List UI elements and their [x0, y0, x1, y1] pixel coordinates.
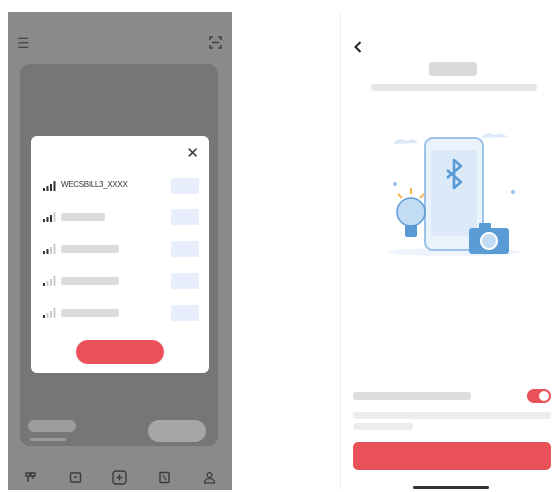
add-icon[interactable] [112, 469, 128, 485]
background-button [148, 420, 206, 442]
wifi-ssid-placeholder [61, 277, 119, 285]
right-phone-screen [340, 12, 558, 490]
profile-icon[interactable] [202, 469, 218, 485]
wifi-item[interactable] [43, 209, 199, 225]
description-placeholder [353, 423, 413, 430]
back-chevron-icon[interactable] [353, 40, 363, 58]
document-icon[interactable] [157, 469, 173, 485]
signal-strength-icon [43, 181, 56, 191]
wifi-item[interactable] [43, 305, 199, 321]
connect-chip[interactable] [171, 178, 199, 194]
toggle-label-placeholder [353, 392, 471, 400]
page-indicator [30, 438, 66, 441]
wifi-item[interactable] [43, 241, 199, 257]
primary-button[interactable] [353, 442, 551, 470]
close-icon[interactable]: ✕ [186, 146, 199, 161]
wifi-ssid: WECSBILL3_XXXX [61, 180, 128, 189]
wifi-ssid-placeholder [61, 309, 119, 317]
background-chip [28, 420, 76, 432]
left-phone-screen: ☰ ✕ WECSBILL3_XXXX [8, 12, 232, 490]
device-icon[interactable] [22, 469, 38, 485]
page-subtitle-placeholder [371, 84, 537, 91]
signal-strength-icon [43, 308, 56, 318]
page-title-placeholder [429, 62, 477, 76]
screenshot-stage: ☰ ✕ WECSBILL3_XXXX [0, 0, 558, 492]
wifi-item[interactable]: WECSBILL3_XXXX [43, 178, 199, 194]
signal-strength-icon [43, 212, 56, 222]
home-indicator [413, 486, 489, 489]
signal-strength-icon [43, 276, 56, 286]
toggle-knob [539, 391, 549, 401]
connect-chip[interactable] [171, 273, 199, 289]
box-icon[interactable] [67, 469, 83, 485]
wifi-ssid-placeholder [61, 213, 105, 221]
connect-chip[interactable] [171, 209, 199, 225]
wifi-ssid-placeholder [61, 245, 119, 253]
signal-strength-icon [43, 244, 56, 254]
bluetooth-toggle[interactable] [527, 389, 551, 403]
bluetooth-phone-illustration [388, 133, 520, 256]
description-placeholder [353, 412, 551, 419]
wifi-list-dialog: ✕ WECSBILL3_XXXX [31, 136, 209, 373]
connect-chip[interactable] [171, 241, 199, 257]
wifi-item[interactable] [43, 273, 199, 289]
scan-icon[interactable] [209, 36, 222, 51]
bottom-nav [8, 464, 232, 490]
confirm-button[interactable] [76, 340, 164, 364]
hamburger-menu-icon[interactable]: ☰ [17, 36, 30, 50]
connect-chip[interactable] [171, 305, 199, 321]
